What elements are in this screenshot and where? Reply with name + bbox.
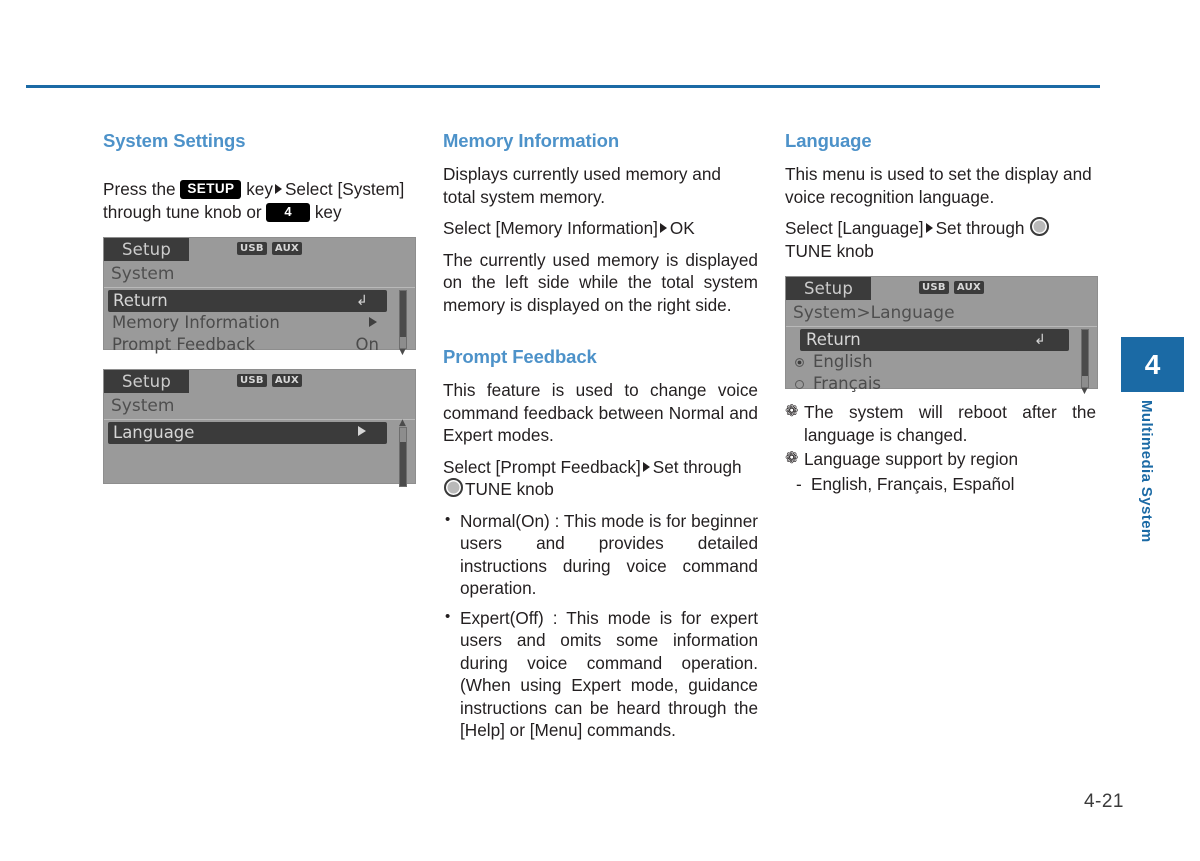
memory-select-post: OK — [669, 218, 695, 238]
prompt-description: This feature is used to change voice com… — [443, 380, 758, 445]
menu-item-memory-information[interactable]: Memory Information — [104, 312, 415, 334]
list-item: Normal(On) : This mode is for beginner u… — [443, 509, 758, 600]
menu-item-value: On — [355, 335, 379, 354]
section-heading-prompt-feedback: Prompt Feedback — [443, 346, 597, 367]
menu-item-english[interactable]: English — [786, 351, 1097, 373]
instruction-mid: key — [246, 179, 273, 199]
memory-select-step: Select [Memory Information] OK — [443, 217, 758, 240]
screen-tab-label: Setup — [786, 277, 871, 300]
menu-item-prompt-feedback[interactable]: Prompt Feedback On — [104, 334, 415, 356]
language-region-text: English, Français, Español — [811, 473, 1015, 494]
language-region-list: - English, Français, Español — [785, 473, 1096, 496]
usb-badge: USB — [919, 281, 949, 294]
screen-source-badges: USB AUX — [237, 374, 303, 387]
number-key-badge: 4 — [266, 202, 311, 222]
aux-badge: AUX — [271, 242, 303, 255]
step-arrow-icon — [659, 223, 667, 233]
menu-item-label: Français — [813, 374, 882, 393]
header-rule — [26, 85, 1100, 88]
lcd-screen-language-selection: Setup USB AUX System>Language Return ↲ E… — [785, 276, 1098, 396]
section-heading-language: Language — [785, 130, 872, 151]
chapter-number-tab: 4 — [1121, 337, 1184, 392]
column-memory-prompt: Memory Information Displays currently us… — [443, 130, 758, 749]
screen-source-badges: USB AUX — [237, 242, 303, 255]
screen-scrollbar[interactable]: ▼ — [397, 290, 408, 357]
screen-tab-label: Setup — [104, 238, 189, 261]
chevron-right-icon[interactable] — [340, 422, 384, 444]
tune-knob-icon — [1030, 217, 1050, 236]
memory-description: Displays currently used memory and total… — [443, 164, 721, 207]
screen-topbar: Setup USB AUX — [786, 277, 1097, 300]
screen-topbar: Setup USB AUX — [104, 238, 415, 261]
asterisk-icon: ❁ — [785, 403, 799, 420]
return-icon[interactable]: ↲ — [340, 290, 384, 312]
list-item: Expert(Off) : This mode is for expert us… — [443, 606, 758, 742]
screen-menu-list: Return ↲ Memory Information Prompt Feedb… — [104, 288, 415, 357]
memory-select-pre: Select [Memory Information] — [443, 218, 658, 238]
page-title: System Settings — [103, 130, 246, 151]
note-item: ❁ The system will reboot after the langu… — [785, 401, 1096, 446]
radio-selected-icon[interactable] — [795, 358, 804, 367]
instruction-post: key — [314, 201, 342, 222]
note-text: Language support by region — [804, 449, 1019, 469]
note-text: The system will reboot after the languag… — [804, 402, 1096, 445]
screen-breadcrumb: System — [104, 393, 415, 420]
language-description: This menu is used to set the display and… — [785, 164, 1092, 207]
memory-detail: The currently used memory is displayed o… — [443, 249, 758, 315]
language-notes: ❁ The system will reboot after the langu… — [785, 401, 1096, 471]
section-heading-memory-information: Memory Information — [443, 130, 620, 151]
menu-item-label: Memory Information — [112, 313, 280, 332]
column-language: Language This menu is used to set the di… — [785, 130, 1098, 496]
chevron-right-icon — [369, 312, 377, 334]
screen-tab-label: Setup — [104, 370, 189, 393]
prompt-mode-list: Normal(On) : This mode is for beginner u… — [443, 509, 758, 742]
column-system-settings: System Settings Press the SETUP key Selec… — [103, 130, 416, 487]
radio-unselected-icon[interactable] — [795, 380, 804, 389]
lcd-screen-language-menu: Setup USB AUX System Language ▲ — [103, 369, 416, 487]
prompt-select-step: Select [Prompt Feedback] Set through TUNE… — [443, 456, 758, 501]
menu-item-label: Return — [113, 291, 168, 310]
return-icon[interactable]: ↲ — [1016, 329, 1064, 351]
menu-item-label: Return — [806, 330, 861, 349]
language-select-step: Select [Language] Set through TUNE knob — [785, 217, 1096, 262]
screen-topbar: Setup USB AUX — [104, 370, 415, 393]
setup-instruction: Press the SETUP key Select [System] throu… — [103, 178, 416, 223]
screen-breadcrumb: System>Language — [786, 300, 1097, 327]
step-arrow-icon — [642, 461, 650, 472]
dash-icon: - — [796, 473, 802, 494]
menu-item-label: Language — [113, 423, 195, 442]
language-select-pre: Select [Language] — [785, 218, 924, 238]
aux-badge: AUX — [271, 374, 303, 387]
screen-breadcrumb: System — [104, 261, 415, 288]
page-number: 4-21 — [1083, 791, 1124, 812]
screen-scrollbar[interactable]: ▲ — [397, 419, 408, 488]
scroll-down-icon[interactable]: ▼ — [399, 348, 406, 357]
prompt-select-pre: Select [Prompt Feedback] — [443, 456, 641, 477]
tune-knob-icon — [444, 478, 463, 497]
asterisk-icon: ❁ — [785, 450, 799, 467]
screen-scrollbar[interactable]: ▼ — [1079, 329, 1090, 396]
aux-badge: AUX — [953, 281, 985, 294]
step-arrow-icon — [925, 223, 933, 233]
setup-key-badge: SETUP — [180, 180, 242, 199]
lcd-screen-system-menu: Setup USB AUX System Return ↲ Memory Inf… — [103, 237, 416, 357]
menu-item-label: English — [813, 352, 873, 371]
screen-menu-list: Language ▲ — [104, 419, 415, 487]
menu-item-francais[interactable]: Français — [786, 373, 1097, 395]
prompt-select-mid: Set through — [652, 456, 742, 477]
language-select-post: TUNE knob — [785, 240, 874, 261]
note-item: ❁ Language support by region — [785, 448, 1096, 471]
prompt-select-post: TUNE knob — [465, 479, 554, 499]
usb-badge: USB — [237, 242, 267, 255]
usb-badge: USB — [237, 374, 267, 387]
step-arrow-icon — [274, 184, 282, 194]
screen-source-badges: USB AUX — [919, 281, 985, 294]
instruction-pre: Press the — [103, 179, 176, 199]
chapter-name-label: Multimedia System — [1138, 400, 1155, 543]
scroll-up-icon[interactable]: ▲ — [399, 419, 406, 428]
screen-menu-list: Return ↲ English Français ▼ — [786, 327, 1097, 396]
language-select-mid: Set through — [935, 218, 1025, 238]
menu-item-label: Prompt Feedback — [112, 335, 256, 354]
scroll-down-icon[interactable]: ▼ — [1081, 387, 1088, 396]
